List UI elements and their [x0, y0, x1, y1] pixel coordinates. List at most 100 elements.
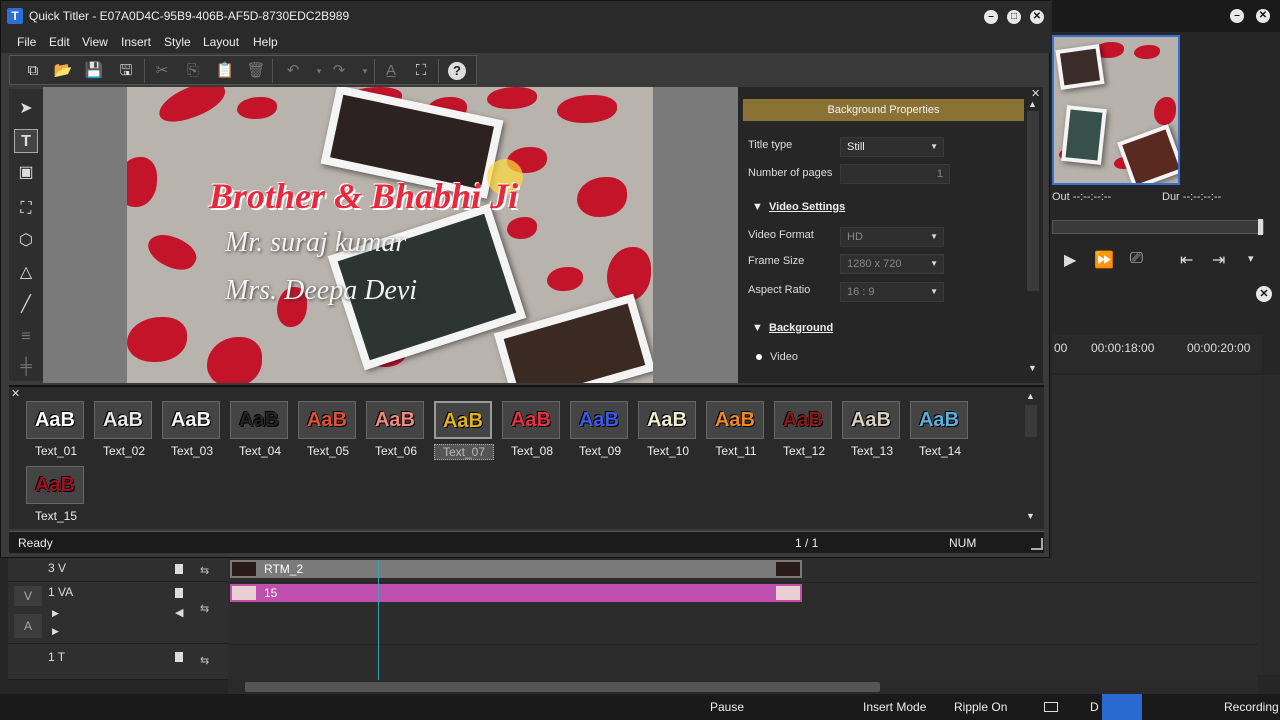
chevron-down-icon[interactable]: ▾ [308, 60, 330, 82]
scrub-handle[interactable] [1258, 219, 1263, 235]
fast-forward-icon[interactable]: ⏩ [1094, 250, 1114, 270]
delete-icon[interactable]: 🗑 [245, 60, 267, 82]
title-canvas[interactable]: Brother & Bhabhi Ji Mr. suraj kumar Mrs.… [127, 87, 653, 383]
menu-view[interactable]: View [82, 35, 108, 49]
menu-file[interactable]: File [17, 35, 36, 49]
menu-style[interactable]: Style [164, 35, 191, 49]
style-item-text-03[interactable]: AaB Text_03 [162, 401, 222, 458]
title-line-1[interactable]: Brother & Bhabhi Ji [209, 175, 518, 217]
expand-icon[interactable]: ▶ [52, 608, 59, 619]
speaker-icon[interactable]: ◀ [175, 606, 183, 619]
line-icon[interactable]: ╱ [14, 293, 38, 317]
paste-icon[interactable]: 📋 [214, 60, 236, 82]
window-icon[interactable] [1044, 702, 1058, 712]
sync-icon[interactable]: ⇆ [200, 602, 209, 615]
help-icon[interactable]: ? [448, 62, 466, 80]
align-icon[interactable]: ≡ [14, 325, 38, 349]
audio-channel-toggle[interactable]: A [14, 614, 42, 638]
close-icon[interactable]: ✕ [1030, 10, 1044, 24]
track-lock-icon[interactable] [175, 652, 183, 662]
save-as-icon[interactable]: 🖫 [115, 60, 137, 82]
cut-icon[interactable]: ✂ [151, 60, 173, 82]
minimize-icon[interactable]: – [984, 10, 998, 24]
video-format-select[interactable]: HD ▼ [840, 227, 944, 247]
undo-icon[interactable]: ↶ [282, 60, 304, 82]
resize-grip-icon[interactable] [1031, 538, 1043, 550]
style-item-text-06[interactable]: AaB Text_06 [366, 401, 426, 458]
sync-icon[interactable]: ⇆ [200, 564, 209, 577]
video-settings-section[interactable]: ▼ Video Settings [752, 201, 845, 213]
sync-icon[interactable]: ⇆ [200, 654, 209, 667]
insert-mode-status[interactable]: Insert Mode [863, 700, 926, 714]
track-header-3v[interactable]: 3 V ⇆ [8, 558, 228, 582]
menu-layout[interactable]: Layout [203, 35, 239, 49]
style-item-text-05[interactable]: AaB Text_05 [298, 401, 358, 458]
video-channel-toggle[interactable]: V [14, 586, 42, 606]
redo-icon[interactable]: ↷ [328, 60, 350, 82]
timeline-ruler[interactable]: 00 00:00:18:00 00:00:20:00 [1052, 335, 1262, 373]
menu-help[interactable]: Help [253, 35, 278, 49]
title-type-select[interactable]: Still ▼ [840, 137, 944, 157]
style-item-text-04[interactable]: AaB Text_04 [230, 401, 290, 458]
menu-insert[interactable]: Insert [121, 35, 151, 49]
background-section[interactable]: ▼ Background [752, 322, 833, 334]
scrub-bar[interactable] [1052, 220, 1264, 234]
expand-icon[interactable]: ▶ [52, 626, 59, 637]
save-icon[interactable]: 💾 [83, 60, 105, 82]
track-header-1t[interactable]: 1 T ⇆ [8, 644, 228, 680]
clip-rtm2[interactable]: RTM_2 [230, 560, 802, 578]
title-line-2[interactable]: Mr. suraj kumar [225, 227, 406, 259]
mark-in-icon[interactable]: ⇤ [1180, 250, 1193, 270]
style-item-text-08[interactable]: AaB Text_08 [502, 401, 562, 458]
frame-size-select[interactable]: 1280 x 720 ▼ [840, 254, 944, 274]
select-all-icon[interactable]: ⛶ [410, 60, 432, 82]
maximize-icon[interactable]: □ [1007, 10, 1021, 24]
style-item-text-02[interactable]: AaB Text_02 [94, 401, 154, 458]
gallery-scrollbar[interactable]: ▲ ▼ [1023, 391, 1039, 525]
scrollbar-thumb[interactable] [245, 682, 880, 692]
style-item-text-01[interactable]: AaB Text_01 [26, 401, 86, 458]
mark-out-icon[interactable]: ⇥ [1212, 250, 1225, 270]
open-folder-icon[interactable]: 📂 [52, 60, 74, 82]
output-icon[interactable]: ⎚ [1130, 250, 1143, 268]
scrollbar-thumb[interactable] [1027, 111, 1039, 291]
style-item-text-12[interactable]: AaB Text_12 [774, 401, 834, 458]
style-item-text-11[interactable]: AaB Text_11 [706, 401, 766, 458]
panel-close-icon[interactable]: ✕ [1256, 286, 1272, 302]
image-icon[interactable]: ▣ [14, 161, 38, 185]
playhead[interactable] [378, 560, 379, 680]
track-header-1va[interactable]: V A 1 VA ▶ ▶ ◀ ⇆ [8, 582, 228, 644]
clip-title-15[interactable]: 15 [230, 584, 802, 602]
play-icon[interactable]: ▶ [1064, 250, 1076, 270]
triangle-icon[interactable]: △ [14, 261, 38, 285]
style-item-text-13[interactable]: AaB Text_13 [842, 401, 902, 458]
ripple-status[interactable]: Ripple On [954, 700, 1007, 714]
pages-field[interactable]: 1 [840, 164, 950, 184]
title-line-3[interactable]: Mrs. Deepa Devi [225, 275, 417, 307]
spell-check-icon[interactable]: A̲ [380, 60, 402, 82]
gallery-close-icon[interactable]: ✕ [11, 387, 20, 400]
text-tool-icon[interactable]: T [14, 129, 38, 153]
menu-edit[interactable]: Edit [49, 35, 70, 49]
crop-icon[interactable]: ⛶ [14, 197, 38, 221]
recorder-icon[interactable] [1102, 694, 1142, 720]
style-item-text-15[interactable]: AaB Text_15 [26, 466, 86, 523]
style-item-text-10[interactable]: AaB Text_10 [638, 401, 698, 458]
chevron-down-icon[interactable]: ▾ [1248, 252, 1254, 265]
style-item-text-14[interactable]: AaB Text_14 [910, 401, 970, 458]
copy-icon[interactable]: ⎘ [182, 60, 204, 82]
pointer-icon[interactable]: ➤ [14, 97, 38, 121]
track-lock-icon[interactable] [175, 588, 183, 598]
style-item-text-07[interactable]: AaB Text_07 [434, 401, 494, 460]
video-radio[interactable] [756, 354, 762, 360]
shape-icon[interactable]: ⬡ [14, 229, 38, 253]
minimize-icon[interactable]: – [1230, 9, 1244, 23]
new-icon[interactable]: ⧉ [22, 60, 44, 82]
close-icon[interactable]: ✕ [1256, 9, 1270, 23]
timeline-vertical-scrollbar[interactable] [1262, 375, 1280, 675]
track-lock-icon[interactable] [175, 564, 183, 574]
distribute-icon[interactable]: ╪ [14, 355, 38, 379]
aspect-ratio-select[interactable]: 16 : 9 ▼ [840, 282, 944, 302]
chevron-down-icon[interactable]: ▾ [354, 60, 376, 82]
style-item-text-09[interactable]: AaB Text_09 [570, 401, 630, 458]
